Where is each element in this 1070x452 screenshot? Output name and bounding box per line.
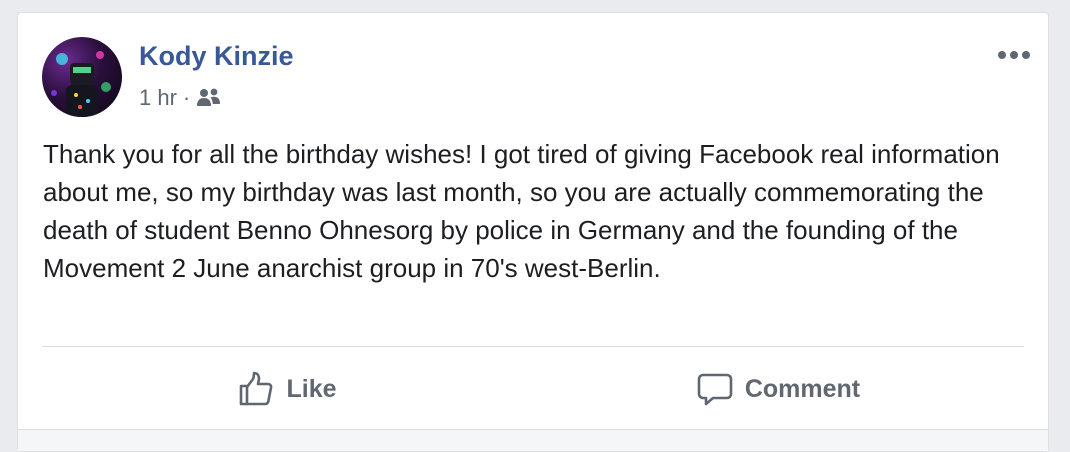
like-label: Like (286, 374, 337, 403)
comment-button[interactable]: Comment (533, 356, 1024, 422)
comment-label: Comment (744, 374, 861, 403)
post-card: Kody Kinzie 1 hr · Thank you for all the… (17, 12, 1049, 452)
meta-separator: · (182, 85, 191, 110)
comments-area (18, 429, 1048, 451)
actions-divider (42, 346, 1024, 347)
avatar-image (51, 51, 111, 117)
like-button[interactable]: Like (42, 356, 533, 422)
avatar[interactable] (42, 37, 122, 117)
post-timestamp[interactable]: 1 hr (139, 85, 177, 111)
friends-icon[interactable] (196, 88, 222, 108)
more-options-icon[interactable] (994, 43, 1034, 67)
author-name[interactable]: Kody Kinzie (139, 41, 294, 72)
thumbs-up-icon (238, 371, 274, 407)
post-actions: Like Comment (42, 356, 1024, 422)
post-text: Thank you for all the birthday wishes! I… (43, 139, 1000, 283)
post-meta: 1 hr · (139, 83, 222, 113)
comment-icon (697, 371, 733, 407)
